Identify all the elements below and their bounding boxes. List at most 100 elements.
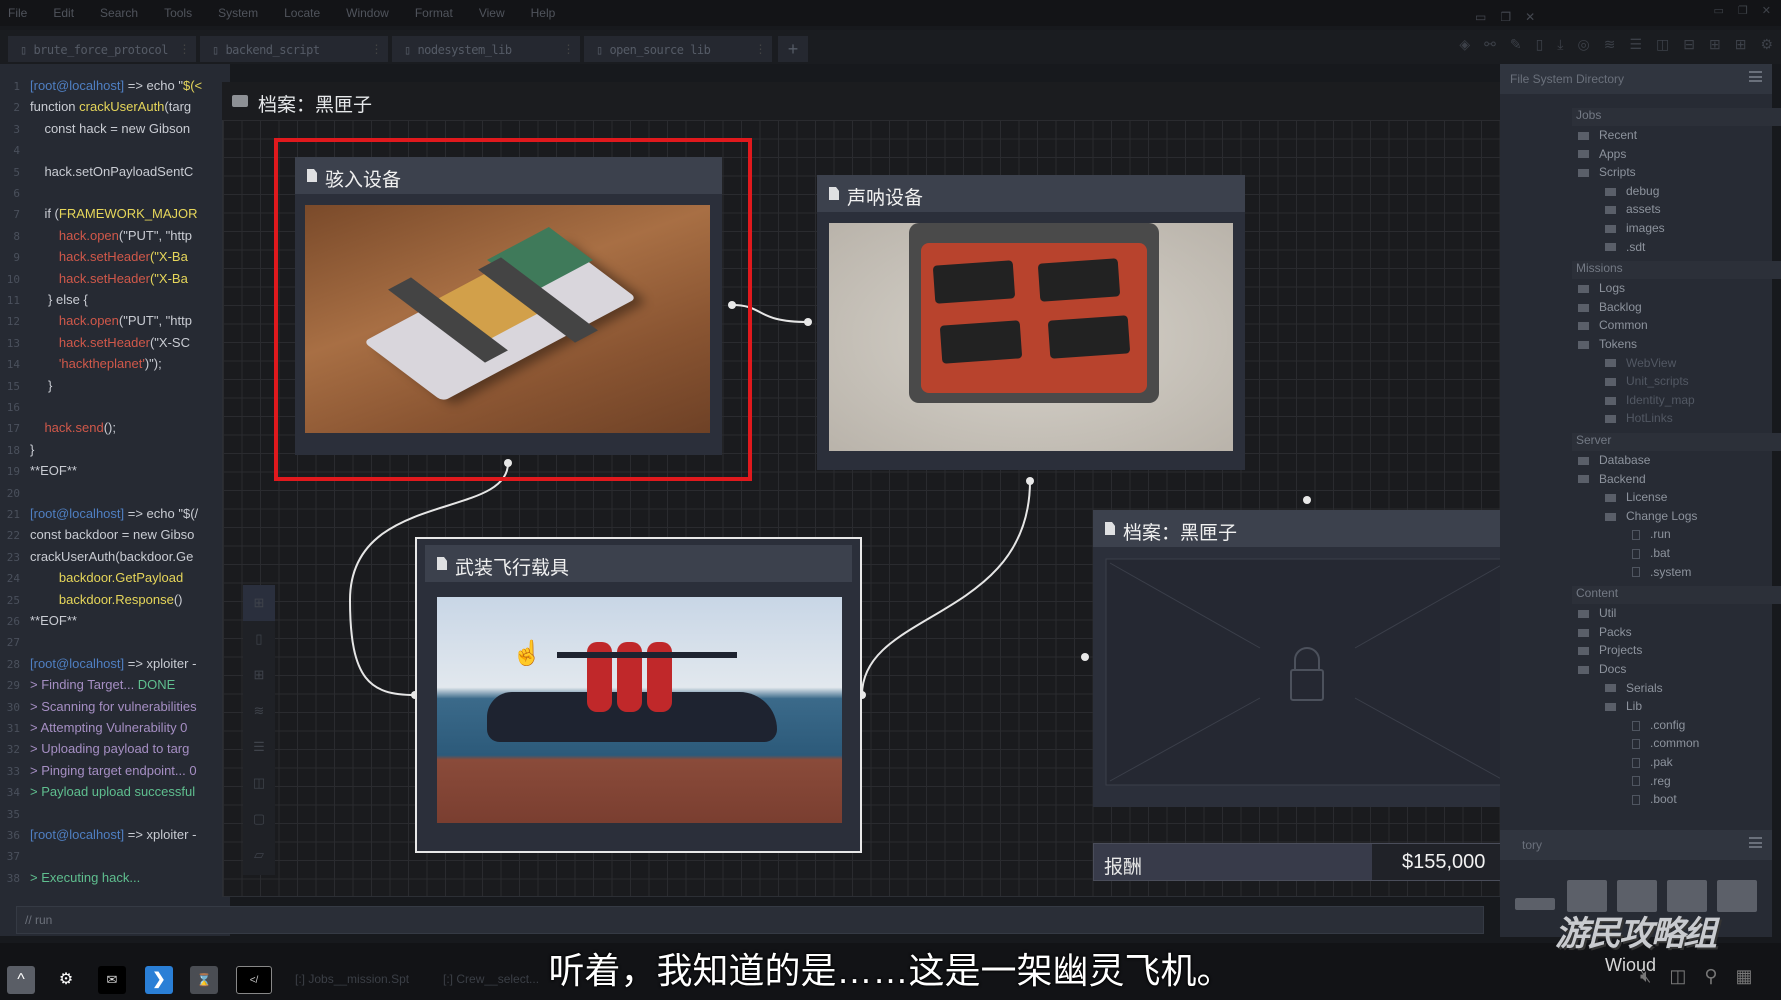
tree-label: .reg [1650, 773, 1671, 788]
tree-item[interactable]: Logs [1578, 281, 1625, 299]
connector-port[interactable] [1081, 653, 1089, 661]
connector-port[interactable] [1026, 477, 1034, 485]
tree-item[interactable]: Backlog [1578, 300, 1642, 318]
tree-label: .config [1650, 717, 1686, 732]
tree-label: Logs [1599, 281, 1626, 296]
tree-item[interactable]: Util [1578, 606, 1616, 624]
tree-label: assets [1626, 202, 1661, 217]
tree-item[interactable]: WebView [1605, 356, 1676, 374]
tree-section[interactable]: Missions [1572, 261, 1781, 280]
watermark-logo: 游民攻略组 [1555, 915, 1717, 953]
tree-item[interactable]: Serials [1605, 681, 1663, 699]
hand-cursor-icon: ☝ [512, 640, 542, 667]
tree-item[interactable]: Identity_map [1605, 393, 1695, 411]
tree-label: Unit_scripts [1626, 374, 1689, 389]
reward-row: 报酬 $155,000 [1093, 843, 1523, 881]
tree-label: Missions [1576, 261, 1623, 276]
second-panel-title: tory [1522, 838, 1543, 852]
folder-icon[interactable] [1717, 880, 1757, 912]
tree-item[interactable]: .sdt [1605, 240, 1645, 258]
folder-icon [1605, 359, 1616, 368]
node-title: 档案：黑匣子 [1123, 523, 1238, 544]
second-panel-header: tory [1500, 830, 1772, 860]
file-icon [1632, 776, 1640, 787]
menu-icon[interactable] [1749, 71, 1762, 82]
folder-icon [1578, 610, 1589, 619]
tree-item[interactable]: assets [1605, 202, 1661, 220]
tree-section[interactable]: Jobs [1572, 108, 1781, 126]
tree-label: Lib [1626, 699, 1643, 714]
connector-port[interactable] [804, 318, 812, 326]
node-black-box[interactable]: 档案：黑匣子 [1093, 510, 1523, 807]
folder-icon [1605, 512, 1616, 521]
folder-icon [1605, 684, 1616, 693]
tree-label: Database [1599, 453, 1651, 467]
selection-highlight [274, 138, 752, 481]
file-icon [1632, 757, 1640, 768]
node-armed-aircraft[interactable]: 武装飞行载具 ☝ [415, 537, 862, 853]
tree-item[interactable]: .config [1632, 718, 1685, 736]
folder-icon [1578, 456, 1589, 465]
tree-label: images [1626, 221, 1665, 235]
tree-label: Backlog [1599, 299, 1642, 314]
tree-item[interactable]: debug [1605, 184, 1659, 202]
tree-item[interactable]: Tokens [1578, 337, 1637, 355]
tree-item[interactable]: Packs [1578, 625, 1632, 643]
folder-icon [1578, 322, 1589, 331]
connector-port[interactable] [1303, 496, 1311, 504]
tree-item[interactable]: Database [1578, 453, 1650, 471]
folder-icon [1578, 628, 1589, 637]
folder-icon [1605, 494, 1616, 503]
file-icon [1632, 795, 1640, 806]
tree-label: Server [1576, 433, 1612, 447]
tree-section[interactable]: Server [1572, 433, 1781, 451]
tree-item[interactable]: HotLinks [1605, 411, 1673, 429]
tree-label: Packs [1599, 624, 1632, 639]
tree-item[interactable]: Unit_scripts [1605, 374, 1689, 392]
tree-item[interactable]: Lib [1605, 699, 1642, 717]
node-title: 武装飞行载具 [455, 558, 570, 579]
tree-item[interactable]: License [1605, 490, 1667, 508]
tree-item[interactable]: Common [1578, 318, 1648, 336]
folder-icon [1578, 303, 1589, 312]
file-icon [1105, 522, 1115, 535]
file-icon [1632, 720, 1640, 731]
sonar-device-image [829, 223, 1233, 451]
tree-label: Scripts [1599, 165, 1636, 180]
tree-item[interactable]: Docs [1578, 662, 1626, 680]
tree-item[interactable]: .system [1632, 565, 1691, 583]
tree-item[interactable]: Change Logs [1605, 509, 1697, 527]
tree-item[interactable]: .common [1632, 736, 1699, 754]
folder-icon [1605, 415, 1616, 424]
node-sonar-device[interactable]: 声呐设备 [817, 175, 1245, 470]
tree-item[interactable]: .reg [1632, 774, 1671, 792]
tree-item[interactable]: Recent [1578, 128, 1637, 146]
menu-icon[interactable] [1749, 837, 1762, 848]
tree-item[interactable]: .pak [1632, 755, 1673, 773]
subtitle: 听着，我知道的是……这是一架幽灵飞机。 [548, 950, 1233, 991]
file-panel-header: File System Directory [1500, 64, 1772, 94]
file-icon [1632, 567, 1640, 578]
tree-label: .run [1650, 527, 1671, 542]
tree-item[interactable]: Apps [1578, 147, 1626, 165]
folder-icon [1605, 224, 1616, 233]
file-icon [1632, 530, 1640, 541]
tree-label: Recent [1599, 128, 1638, 142]
tree-item[interactable]: Backend [1578, 472, 1646, 490]
tree-item[interactable]: Projects [1578, 643, 1642, 661]
reward-label: 报酬 [1104, 857, 1143, 878]
folder-icon [1605, 187, 1616, 196]
tree-label: .system [1650, 564, 1692, 579]
folder-icon [1578, 665, 1589, 674]
tree-item[interactable]: .boot [1632, 792, 1677, 810]
folder-icon[interactable] [1515, 898, 1555, 910]
tree-label: Jobs [1576, 108, 1602, 122]
folder-icon [1578, 150, 1589, 159]
tree-section[interactable]: Content [1572, 586, 1781, 605]
tree-label: .sdt [1626, 239, 1646, 254]
tree-item[interactable]: .run [1632, 527, 1671, 545]
tree-item[interactable]: .bat [1632, 546, 1670, 564]
tree-label: WebView [1626, 355, 1677, 370]
tree-item[interactable]: images [1605, 221, 1665, 239]
tree-item[interactable]: Scripts [1578, 165, 1636, 183]
